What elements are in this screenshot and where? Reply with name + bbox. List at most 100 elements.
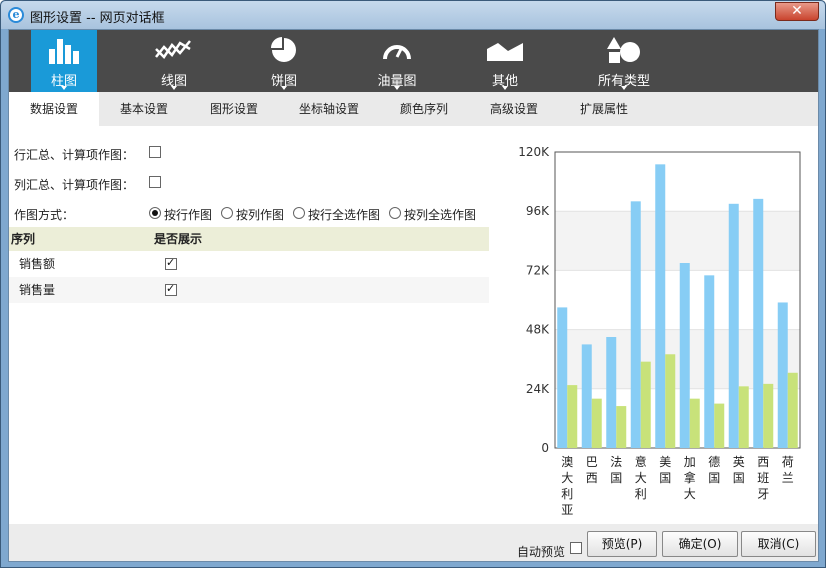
shapes-icon bbox=[607, 37, 640, 63]
radio-plot-all-columns-label: 按列全选作图 bbox=[404, 208, 477, 222]
area-chart-icon bbox=[487, 43, 523, 61]
cancel-button[interactable]: 取消(C) bbox=[741, 531, 816, 557]
column-header-visible: 是否展示 bbox=[154, 232, 203, 246]
series-visible-checkbox[interactable] bbox=[165, 282, 177, 296]
radio-plot-all-columns[interactable] bbox=[389, 207, 401, 219]
chart-type-pie[interactable]: 饼图 bbox=[254, 30, 314, 92]
y-tick-label: 72K bbox=[526, 263, 550, 277]
line-chart-icon bbox=[155, 40, 191, 59]
chart-type-bar[interactable]: 柱图 bbox=[31, 30, 97, 92]
bar bbox=[630, 201, 641, 448]
radio-plot-by-column[interactable] bbox=[221, 207, 233, 219]
chevron-down-icon bbox=[394, 86, 400, 90]
bar bbox=[567, 385, 578, 448]
y-tick-label: 96K bbox=[526, 204, 550, 218]
radio-plot-by-row[interactable] bbox=[149, 207, 161, 219]
x-tick-label: 大 bbox=[635, 471, 647, 485]
title-bar[interactable]: e 图形设置 -- 网页对话框 ✕ bbox=[1, 1, 825, 29]
bar bbox=[738, 386, 749, 448]
radio-plot-all-rows-label: 按行全选作图 bbox=[308, 208, 381, 222]
bar bbox=[763, 383, 774, 448]
bar-chart-preview: 024K48K72K96K120K澳大利亚巴西法国意大利美国加拿大德国英国西班牙… bbox=[518, 145, 801, 517]
plot-mode-label: 作图方式： bbox=[14, 208, 75, 222]
x-tick-label: 加 bbox=[684, 455, 696, 469]
y-tick-label: 0 bbox=[541, 441, 549, 455]
tab-graph-settings[interactable]: 图形设置 bbox=[189, 92, 279, 126]
y-tick-label: 120K bbox=[518, 145, 550, 159]
x-tick-label: 美 bbox=[659, 455, 671, 469]
auto-preview-checkbox[interactable] bbox=[570, 542, 582, 554]
chart-type-gauge[interactable]: 油量图 bbox=[364, 30, 430, 92]
chart-type-toolbar: 柱图 线图 饼图 油量图 其他 所有类型 bbox=[9, 30, 818, 92]
x-tick-label: 牙 bbox=[757, 487, 769, 501]
x-tick-label: 大 bbox=[561, 471, 573, 485]
x-tick-label: 亚 bbox=[561, 503, 573, 517]
y-tick-label: 24K bbox=[526, 382, 550, 396]
bar bbox=[665, 354, 676, 448]
column-header-series: 序列 bbox=[11, 232, 36, 246]
ok-button[interactable]: 确定(O) bbox=[662, 531, 738, 557]
row-total-label: 行汇总、计算项作图： bbox=[14, 148, 135, 162]
bar bbox=[679, 263, 690, 448]
chevron-down-icon bbox=[502, 86, 508, 90]
bar bbox=[640, 361, 651, 448]
y-tick-label: 48K bbox=[526, 323, 550, 337]
preview-button[interactable]: 预览(P) bbox=[587, 531, 657, 557]
table-row: 销售额 bbox=[9, 251, 489, 277]
window-title: 图形设置 -- 网页对话框 bbox=[30, 11, 165, 26]
col-total-label: 列汇总、计算项作图： bbox=[14, 178, 135, 192]
series-table-header: 序列 是否展示 bbox=[9, 227, 489, 251]
radio-plot-all-rows[interactable] bbox=[293, 207, 305, 219]
bar bbox=[616, 406, 627, 448]
col-total-checkbox[interactable] bbox=[149, 176, 161, 188]
chevron-down-icon bbox=[621, 86, 627, 90]
x-tick-label: 国 bbox=[610, 471, 622, 485]
bar bbox=[655, 164, 666, 449]
bar bbox=[714, 403, 725, 448]
x-tick-label: 巴 bbox=[586, 455, 598, 469]
x-tick-label: 拿 bbox=[684, 470, 696, 485]
chevron-down-icon bbox=[61, 86, 67, 90]
tab-color-series[interactable]: 颜色序列 bbox=[379, 92, 469, 126]
tab-axis-settings[interactable]: 坐标轴设置 bbox=[279, 92, 379, 126]
table-row: 销售量 bbox=[9, 277, 489, 303]
series-name: 销售额 bbox=[19, 257, 56, 271]
bar bbox=[728, 203, 739, 448]
x-tick-label: 意 bbox=[635, 454, 647, 469]
chart-type-other[interactable]: 其他 bbox=[475, 30, 535, 92]
chevron-down-icon bbox=[281, 86, 287, 90]
bar bbox=[591, 398, 602, 448]
tab-data-settings[interactable]: 数据设置 bbox=[9, 92, 99, 126]
tab-extended-properties[interactable]: 扩展属性 bbox=[559, 92, 649, 126]
auto-preview-label: 自动预览 bbox=[517, 545, 566, 559]
bar bbox=[606, 337, 617, 448]
x-tick-label: 国 bbox=[733, 471, 745, 485]
x-tick-label: 西 bbox=[757, 455, 769, 469]
dialog-footer: 自动预览 预览(P) 确定(O) 取消(C) bbox=[9, 524, 818, 561]
chart-type-line[interactable]: 线图 bbox=[144, 30, 204, 92]
x-tick-label: 利 bbox=[635, 487, 647, 501]
series-visible-checkbox[interactable] bbox=[165, 256, 177, 270]
bar-chart-icon bbox=[49, 39, 79, 64]
bar bbox=[787, 372, 798, 448]
row-total-checkbox[interactable] bbox=[149, 146, 161, 158]
x-tick-label: 澳 bbox=[561, 455, 573, 469]
x-tick-label: 国 bbox=[708, 471, 720, 485]
tab-advanced-settings[interactable]: 高级设置 bbox=[469, 92, 559, 126]
bar bbox=[777, 302, 788, 448]
bar bbox=[704, 275, 715, 448]
x-tick-label: 班 bbox=[757, 471, 769, 485]
x-tick-label: 荷 bbox=[782, 455, 794, 469]
close-button[interactable]: ✕ bbox=[775, 2, 819, 21]
tab-basic-settings[interactable]: 基本设置 bbox=[99, 92, 189, 126]
radio-plot-by-row-label: 按行作图 bbox=[164, 208, 213, 222]
x-tick-label: 德 bbox=[708, 454, 720, 469]
x-tick-label: 西 bbox=[586, 471, 598, 485]
chart-type-all[interactable]: 所有类型 bbox=[582, 30, 666, 92]
ie-icon: e bbox=[8, 7, 24, 23]
pie-chart-icon bbox=[271, 37, 296, 62]
x-tick-label: 法 bbox=[610, 455, 622, 469]
bar bbox=[689, 398, 700, 448]
x-tick-label: 英 bbox=[733, 455, 745, 469]
chevron-down-icon bbox=[171, 86, 177, 90]
